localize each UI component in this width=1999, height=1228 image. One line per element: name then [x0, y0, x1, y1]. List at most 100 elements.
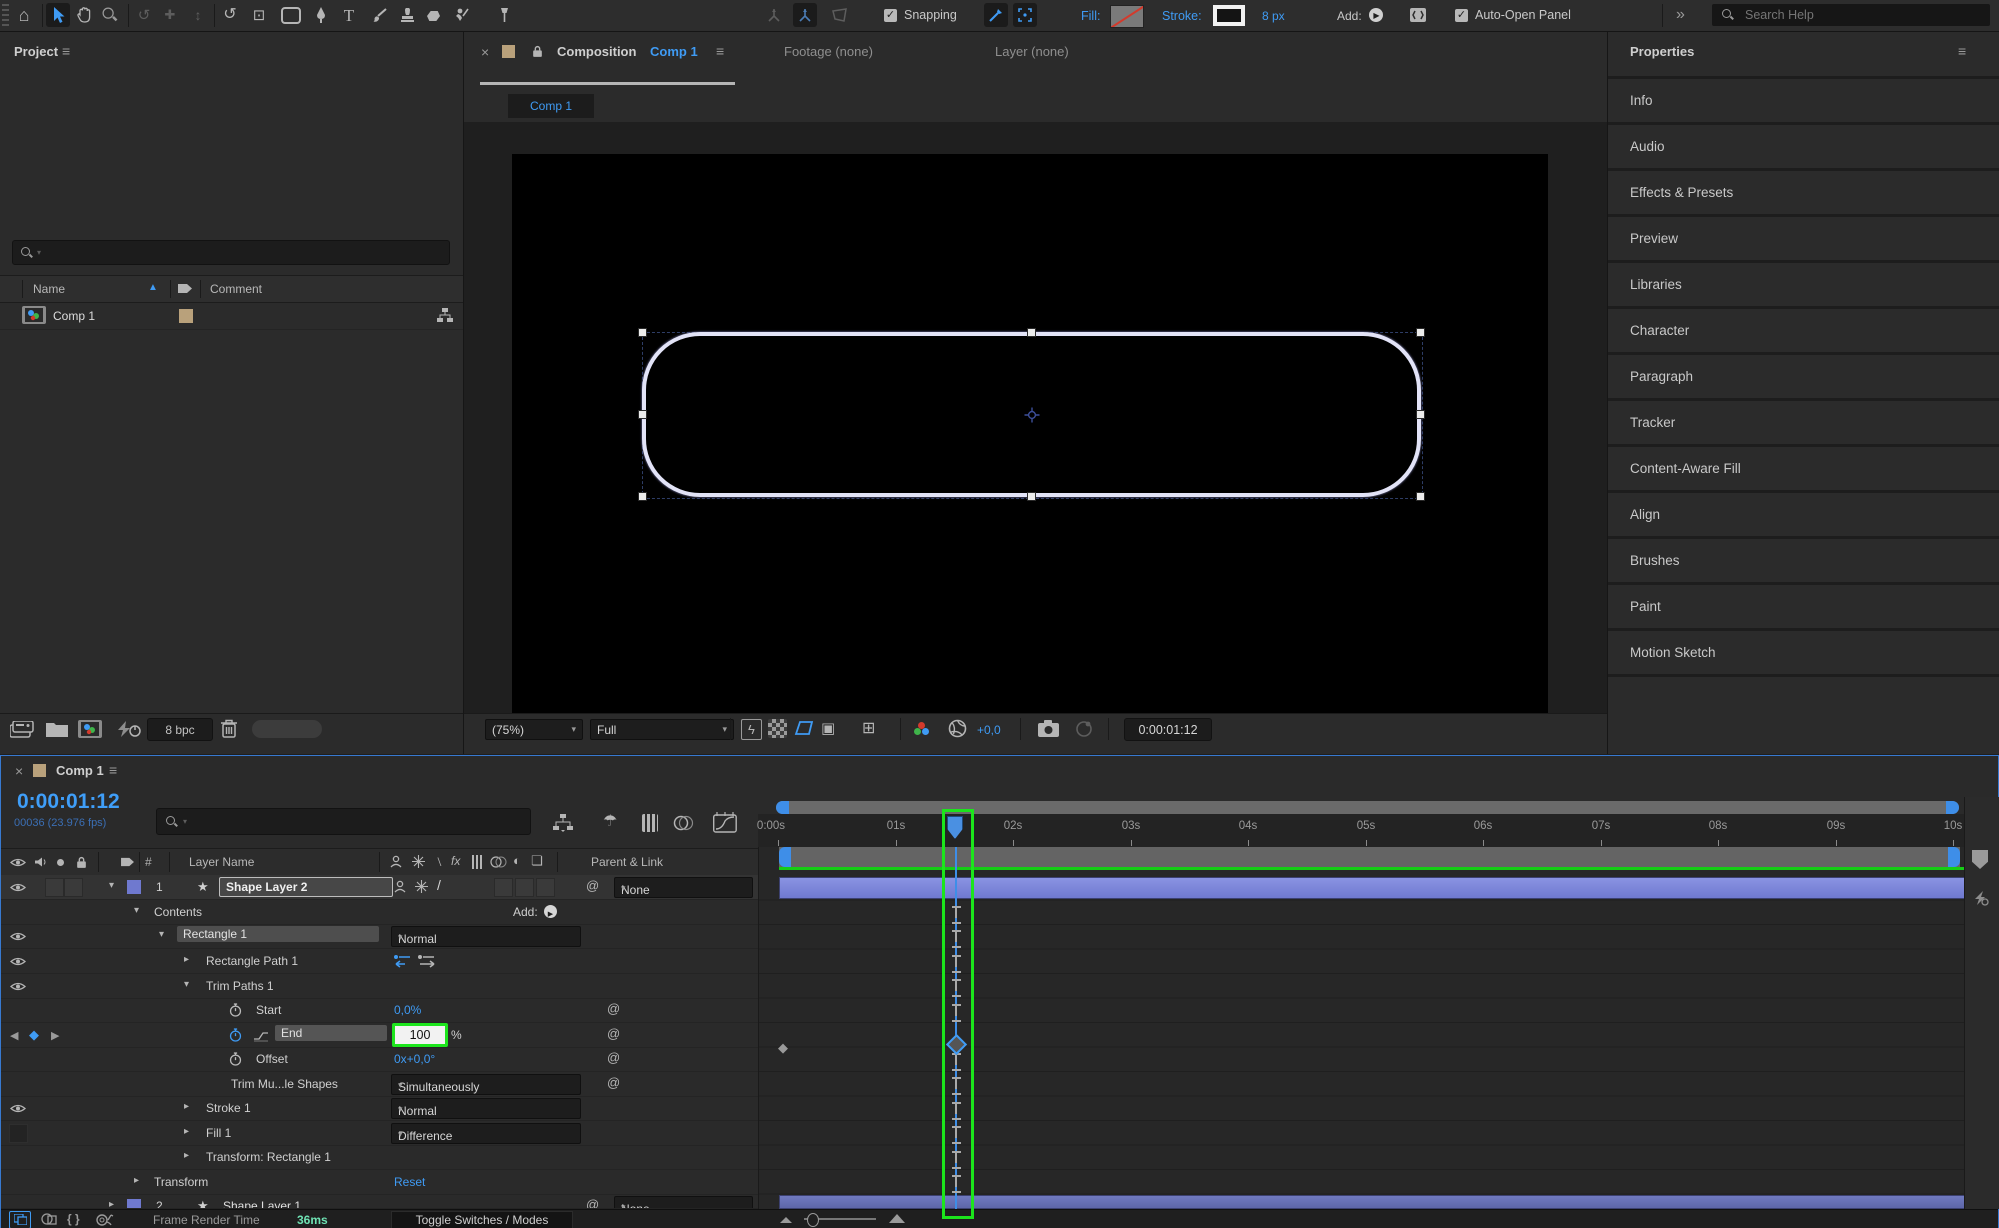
transparency-grid-button[interactable] [768, 719, 787, 738]
panel-tab-effects-presets[interactable]: Effects & Presets [1608, 171, 1999, 217]
blend-mode-dropdown[interactable]: Normal ▾ [391, 926, 581, 947]
eye-icon[interactable] [10, 931, 26, 942]
blend-mode-dropdown[interactable]: Normal ▾ [391, 1098, 581, 1119]
property-name[interactable]: Start [256, 1003, 281, 1017]
tab-composition-comp-name[interactable]: Comp 1 [650, 44, 698, 59]
selection-handle[interactable] [638, 492, 647, 501]
selection-handle[interactable] [638, 410, 647, 419]
mask-visibility-button[interactable] [794, 720, 815, 737]
stroke-width-value[interactable]: 8 px [1262, 9, 1285, 23]
time-ruler[interactable]: 0:00s 01s 02s 03s 04s 05s 06s 07s 08s 09… [757, 814, 1964, 848]
property-row-offset[interactable]: Offset 0x+0,0° @ [1, 1047, 758, 1072]
dolly-camera-tool[interactable]: ↕ [186, 3, 210, 27]
snap-option-1[interactable] [984, 3, 1008, 27]
rotation-tool[interactable]: ↺ [218, 3, 242, 27]
tab-label-swatch[interactable] [502, 45, 515, 58]
proxy-toggle-icon[interactable] [116, 720, 142, 738]
expand-chevron-icon[interactable]: ▸ [184, 954, 189, 965]
toolbar-overflow-button[interactable]: » [1676, 6, 1685, 24]
panel-tab-character[interactable]: Character [1608, 309, 1999, 355]
project-panel-title[interactable]: Project [14, 44, 58, 59]
group-name[interactable]: Fill 1 [206, 1126, 231, 1140]
anchor-point-icon[interactable] [1024, 407, 1040, 423]
graph-editor-icon[interactable] [713, 812, 737, 833]
group-row-transform-rectangle-1[interactable]: ▸ Transform: Rectangle 1 [1, 1145, 758, 1170]
shape-tool[interactable] [279, 3, 303, 27]
pen-tool[interactable] [309, 3, 333, 27]
property-value[interactable]: 0x+0,0° [394, 1052, 435, 1066]
interpret-footage-icon[interactable] [10, 721, 36, 738]
snapshot-button[interactable] [1038, 720, 1059, 737]
panel-tab-tracker[interactable]: Tracker [1608, 401, 1999, 447]
fast-preview-button[interactable]: ϟ [741, 719, 762, 740]
stroke-label[interactable]: Stroke: [1162, 9, 1202, 23]
panel-tab-audio[interactable]: Audio [1608, 125, 1999, 171]
eye-toggle-empty[interactable] [9, 1124, 28, 1143]
type-tool[interactable]: T [337, 3, 361, 27]
keyframe-diamond[interactable]: ◆ [778, 1040, 788, 1056]
selection-handle[interactable] [1416, 492, 1425, 501]
selection-tool[interactable] [46, 3, 70, 27]
keyframe-indicator-icon[interactable]: ◆ [29, 1027, 39, 1043]
eye-icon[interactable] [10, 956, 26, 967]
selection-handle[interactable] [1416, 410, 1425, 419]
timeline-horizontal-scrollbar[interactable] [776, 801, 1959, 814]
property-row-end[interactable]: ◀ ◆ ▶ End 100 % @ [1, 1023, 758, 1048]
stopwatch-icon[interactable] [229, 1052, 242, 1066]
project-search-box[interactable]: ▾ [12, 240, 450, 265]
bit-depth-button[interactable]: 8 bpc [147, 718, 213, 741]
panel-tab-align[interactable]: Align [1608, 493, 1999, 539]
reset-link[interactable]: Reset [394, 1175, 425, 1189]
new-folder-icon[interactable] [46, 721, 68, 737]
group-name[interactable]: Rectangle 1 [177, 926, 379, 942]
timeline-search-box[interactable]: ▾ [156, 808, 531, 835]
expand-chevron-icon[interactable]: ▸ [184, 1126, 189, 1137]
group-name[interactable]: Trim Paths 1 [206, 979, 274, 993]
panel-tab-libraries[interactable]: Libraries [1608, 263, 1999, 309]
panel-tab-preview[interactable]: Preview [1608, 217, 1999, 263]
add-shape-button[interactable]: ▶ [544, 905, 557, 918]
property-row-trim-multiple-shapes[interactable]: Trim Mu...le Shapes Simultaneously ▾ @ [1, 1072, 758, 1097]
eye-icon[interactable] [10, 882, 26, 893]
new-composition-icon[interactable] [78, 720, 102, 738]
eye-icon[interactable] [10, 981, 26, 992]
expand-layer-switches-button[interactable] [9, 1211, 31, 1228]
timeline-zoom-out-icon[interactable] [780, 1217, 792, 1223]
group-name[interactable]: Transform: Rectangle 1 [206, 1150, 331, 1164]
group-name[interactable]: Contents [154, 905, 202, 919]
add-menu-button[interactable]: ▶ [1369, 8, 1383, 22]
project-scrollbar[interactable] [252, 720, 322, 738]
expand-chevron-icon[interactable]: ▸ [184, 1150, 189, 1161]
stroke-swatch[interactable] [1213, 5, 1245, 26]
properties-panel-menu-icon[interactable]: ≡ [1958, 43, 1966, 59]
exposure-button[interactable] [948, 719, 967, 738]
region-of-interest-button[interactable]: ▣ [821, 721, 835, 736]
selection-handle[interactable] [638, 328, 647, 337]
collapse-toggle-icon[interactable] [415, 880, 428, 893]
timeline-zoom-in-icon[interactable] [889, 1214, 905, 1223]
viewer-subtab[interactable]: Comp 1 [508, 94, 594, 118]
roto-brush-tool[interactable] [450, 3, 474, 27]
layer-row-shape-layer-2[interactable]: ▾ 1 ★ Shape Layer 2 / @ None ▾ [1, 875, 758, 900]
pan-camera-tool[interactable]: ✚ [158, 3, 182, 27]
panel-tab-content-aware-fill[interactable]: Content-Aware Fill [1608, 447, 1999, 493]
transfer-modes-button[interactable] [41, 1212, 57, 1226]
home-button[interactable]: ⌂ [12, 3, 36, 27]
project-panel-menu-icon[interactable]: ≡ [62, 43, 70, 59]
tab-footage[interactable]: Footage (none) [784, 44, 873, 59]
expand-chevron-icon[interactable]: ▾ [184, 979, 189, 990]
group-name[interactable]: Transform [154, 1175, 208, 1189]
label-column-tag-icon[interactable] [177, 282, 193, 295]
resolution-dropdown[interactable]: Full ▾ [590, 719, 734, 740]
path-size-icon[interactable] [417, 953, 437, 969]
panel-tab-motion-sketch[interactable]: Motion Sketch [1608, 631, 1999, 677]
group-row-rectangle-path-1[interactable]: ▸ Rectangle Path 1 [1, 949, 758, 974]
channel-button[interactable] [914, 722, 932, 736]
parent-pick-whip-icon[interactable]: @ [586, 878, 599, 893]
column-comment[interactable]: Comment [210, 282, 262, 296]
shy-toggle-icon[interactable] [393, 880, 407, 894]
viewer-area[interactable] [464, 122, 1607, 734]
viewer-panel-menu-icon[interactable]: ≡ [716, 43, 724, 59]
end-value-input[interactable]: 100 [392, 1023, 448, 1047]
current-timecode[interactable]: 0:00:01:12 [17, 790, 120, 814]
